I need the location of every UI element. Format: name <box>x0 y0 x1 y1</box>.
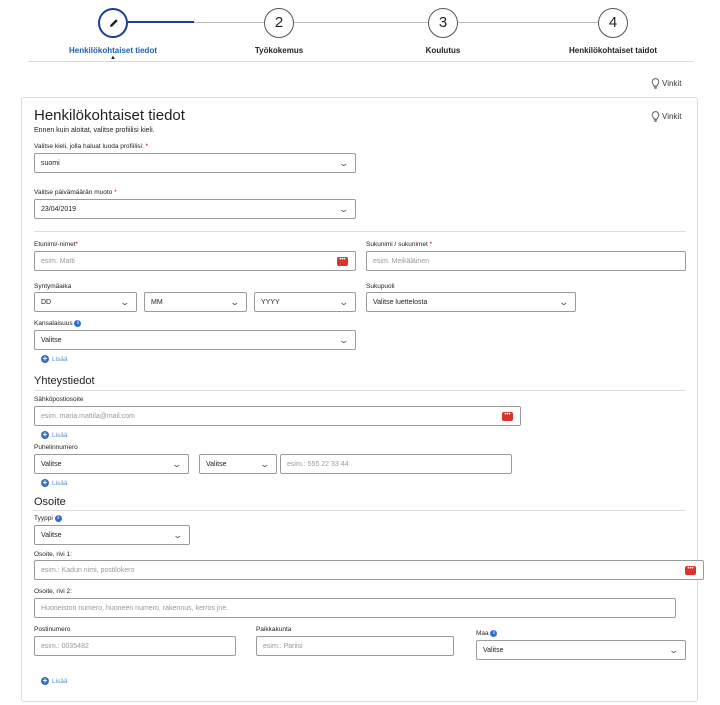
add-address-button[interactable]: + Lisää <box>41 677 68 685</box>
lightbulb-icon <box>651 111 660 122</box>
first-name-input[interactable]: esim. Matti ••• <box>34 251 356 271</box>
address-line2-label: Osoite, rivi 2: <box>34 588 72 595</box>
chevron-down-icon: ⌄ <box>338 158 350 168</box>
last-name-label: Sukunimi / sukunimet * <box>366 241 433 248</box>
password-manager-icon[interactable]: ••• <box>502 412 513 421</box>
step-circle <box>98 8 128 38</box>
step-work-experience[interactable]: 2 Työkokemus <box>199 8 359 55</box>
progress-stepper: Henkilökohtaiset tiedot ▲ 2 Työkokemus 3… <box>0 0 720 62</box>
page-subtitle: Ennen kuin aloitat, valitse profiilisi k… <box>34 127 155 134</box>
chevron-down-icon: ⌄ <box>229 297 241 307</box>
phone-type-select[interactable]: Valitse ⌄ <box>34 454 189 474</box>
step-circle: 2 <box>264 8 294 38</box>
birth-day-select[interactable]: DD ⌄ <box>34 292 137 312</box>
plus-circle-icon: + <box>41 478 49 487</box>
date-format-label: Valitse päivämäärän muoto * <box>34 189 117 196</box>
header-divider <box>28 61 693 62</box>
address-section-title: Osoite <box>34 496 66 508</box>
chevron-down-icon: ⌄ <box>259 459 271 469</box>
tips-link[interactable]: Vinkit <box>651 111 681 122</box>
chevron-down-icon: ⌄ <box>119 297 131 307</box>
city-input[interactable]: esim.: Pariisi <box>256 636 454 656</box>
phone-number-input[interactable]: esim.: 555 22 33 44 <box>280 454 512 474</box>
tips-link-top[interactable]: Vinkit <box>651 78 681 89</box>
address-line1-label: Osoite, rivi 1: <box>34 551 72 558</box>
info-icon[interactable]: i <box>74 320 82 327</box>
chevron-down-icon: ⌄ <box>172 530 184 540</box>
postcode-label: Postinumero <box>34 626 71 633</box>
tips-label: Vinkit <box>662 112 682 121</box>
email-label: Sähköpostiosoite <box>34 396 84 403</box>
postcode-input[interactable]: esim.: 0035482 <box>34 636 236 656</box>
lightbulb-icon <box>651 78 660 89</box>
info-icon[interactable]: i <box>490 630 498 637</box>
add-nationality-button[interactable]: + Lisää <box>41 355 68 363</box>
step-circle: 3 <box>428 8 458 38</box>
language-label: Valitse kieli, jolla haluat luoda profii… <box>34 143 149 150</box>
chevron-down-icon: ⌄ <box>558 297 570 307</box>
step-education[interactable]: 3 Koulutus <box>363 8 523 55</box>
step-circle: 4 <box>598 8 628 38</box>
personal-info-card: Vinkit Henkilökohtaiset tiedot Ennen kui… <box>21 97 704 702</box>
phone-label: Puhelinnumero <box>34 444 78 451</box>
tips-label: Vinkit <box>662 79 682 88</box>
info-icon[interactable]: i <box>54 515 62 522</box>
step-label: Henkilökohtaiset taidot <box>568 46 657 55</box>
date-format-select[interactable]: 23/04/2019 ⌄ <box>34 199 356 219</box>
chevron-down-icon: ⌄ <box>668 645 680 655</box>
nationality-select[interactable]: Valitse ⌄ <box>34 330 356 350</box>
gender-select[interactable]: Valitse luettelosta ⌄ <box>366 292 576 312</box>
plus-circle-icon: + <box>41 430 49 439</box>
language-select[interactable]: suomi ⌄ <box>34 153 356 173</box>
password-manager-icon[interactable]: ••• <box>685 566 696 575</box>
page-title: Henkilökohtaiset tiedot <box>34 107 185 124</box>
birth-month-select[interactable]: MM ⌄ <box>144 292 247 312</box>
country-select[interactable]: Valitse ⌄ <box>476 640 686 660</box>
city-label: Paikkakunta <box>256 626 292 633</box>
address-line2-input[interactable]: Huoneiston numero, huoneen numero, raken… <box>34 598 676 618</box>
last-name-input[interactable]: esim. Meikäläinen <box>366 251 686 271</box>
address-type-select[interactable]: Valitse ⌄ <box>34 525 190 545</box>
step-personal-skills[interactable]: 4 Henkilökohtaiset taidot <box>533 8 693 55</box>
email-input[interactable]: esim. maria.mattila@mail.com ••• <box>34 406 521 426</box>
address-type-label: Tyyppi i <box>34 515 62 522</box>
add-email-button[interactable]: + Lisää <box>41 431 68 439</box>
divider <box>34 231 686 232</box>
birth-year-select[interactable]: YYYY ⌄ <box>254 292 356 312</box>
chevron-down-icon: ⌄ <box>338 204 350 214</box>
gender-label: Sukupuoli <box>366 283 395 290</box>
country-label: Maa i <box>476 630 498 637</box>
step-label: Koulutus <box>425 46 461 55</box>
first-name-label: Etunimi/-nimet* <box>34 241 79 248</box>
pencil-icon <box>110 19 118 27</box>
plus-circle-icon: + <box>41 354 49 363</box>
plus-circle-icon: + <box>41 676 49 685</box>
step-label: Henkilökohtaiset tiedot <box>68 46 157 55</box>
chevron-down-icon: ⌄ <box>338 335 350 345</box>
nationality-label: Kansalaisuus i <box>34 320 82 327</box>
step-label: Työkokemus <box>254 46 304 55</box>
contact-section-title: Yhteystiedot <box>34 375 95 387</box>
add-phone-button[interactable]: + Lisää <box>41 479 68 487</box>
divider <box>34 390 686 391</box>
step-personal-info[interactable]: Henkilökohtaiset tiedot ▲ <box>33 8 193 61</box>
birth-date-label: Syntymäaika <box>34 283 72 290</box>
phone-code-select[interactable]: Valitse ⌄ <box>199 454 277 474</box>
address-line1-input[interactable]: esim.: Kadun nimi, postilokero ••• <box>34 560 704 580</box>
divider <box>34 510 686 511</box>
chevron-down-icon: ⌄ <box>338 297 350 307</box>
password-manager-icon[interactable]: ••• <box>337 257 348 266</box>
chevron-down-icon: ⌄ <box>171 459 183 469</box>
